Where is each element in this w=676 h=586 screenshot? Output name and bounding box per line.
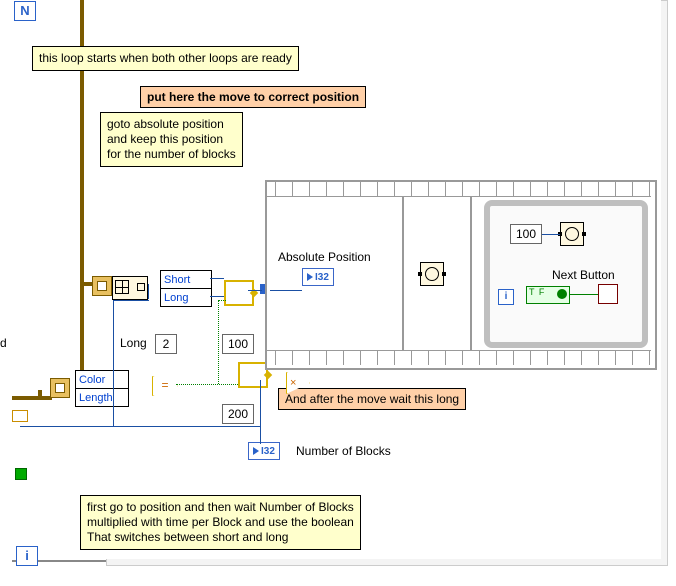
sprocket-strip-bottom (267, 350, 651, 365)
wire (210, 296, 224, 297)
sprocket-strip-top (267, 182, 651, 197)
unbundle-item-long[interactable]: Long (161, 289, 211, 306)
long-label: Long (120, 336, 147, 350)
wire (148, 284, 149, 299)
comment-after-wait: And after the move wait this long (278, 388, 466, 410)
unbundle-item-short[interactable]: Short (161, 271, 211, 289)
unbundle-item-color[interactable]: Color (76, 371, 128, 389)
wire (20, 426, 260, 427)
bool-wire (218, 300, 219, 384)
unbundle-item-length[interactable]: Length (76, 389, 128, 406)
wire (260, 426, 261, 444)
cluster-terminal[interactable] (92, 276, 112, 296)
wire (113, 300, 114, 426)
wire (260, 380, 261, 428)
sequence-frame-1 (402, 196, 404, 350)
sequence-frame-2 (470, 196, 472, 350)
unbundle-short-long[interactable]: Short Long (160, 270, 212, 307)
inner-constant-100[interactable]: 100 (510, 224, 542, 244)
select-function-1[interactable] (224, 280, 254, 306)
bool-wire (176, 384, 238, 385)
wire (248, 290, 262, 291)
wire (210, 278, 224, 279)
cluster-wire-branch2 (12, 396, 52, 400)
boolean-tunnel (15, 468, 27, 480)
absolute-position-label: Absolute Position (278, 250, 371, 264)
loop-count-terminal[interactable]: N (14, 1, 36, 21)
long-constant[interactable]: 2 (155, 334, 177, 354)
truncated-label: d (0, 336, 7, 350)
shift-register[interactable] (12, 410, 28, 422)
next-button-boolean[interactable]: T F (526, 286, 570, 307)
cluster-terminal-2[interactable] (50, 378, 70, 398)
index-array-function[interactable] (112, 276, 148, 300)
bool-wire (218, 300, 226, 301)
stop-terminal[interactable] (598, 284, 618, 304)
comment-bottom: first go to position and then wait Numbe… (80, 495, 361, 550)
comment-move-header: put here the move to correct position (140, 86, 366, 108)
select-function-2[interactable] (238, 362, 268, 388)
absolute-position-indicator[interactable]: I32 (302, 268, 334, 286)
comment-loop-start: this loop starts when both other loops a… (32, 46, 299, 71)
while-iteration-terminal[interactable]: i (498, 288, 514, 305)
number-of-blocks-label: Number of Blocks (296, 444, 391, 458)
wait-ms-function-2[interactable] (560, 222, 584, 249)
unbundle-color-length[interactable]: Color Length (75, 370, 129, 407)
bool-wire (570, 294, 598, 295)
wire (542, 234, 560, 235)
constant-200[interactable]: 200 (222, 404, 254, 424)
number-of-blocks-indicator[interactable]: I32 (248, 442, 280, 460)
loop-iteration-terminal[interactable]: i (16, 546, 38, 566)
wait-ms-function-1[interactable] (420, 262, 444, 289)
comment-goto: goto absolute position and keep this pos… (100, 112, 243, 167)
next-button-label: Next Button (552, 268, 615, 282)
constant-100[interactable]: 100 (222, 334, 254, 354)
wire (113, 300, 149, 301)
wire (270, 290, 302, 291)
